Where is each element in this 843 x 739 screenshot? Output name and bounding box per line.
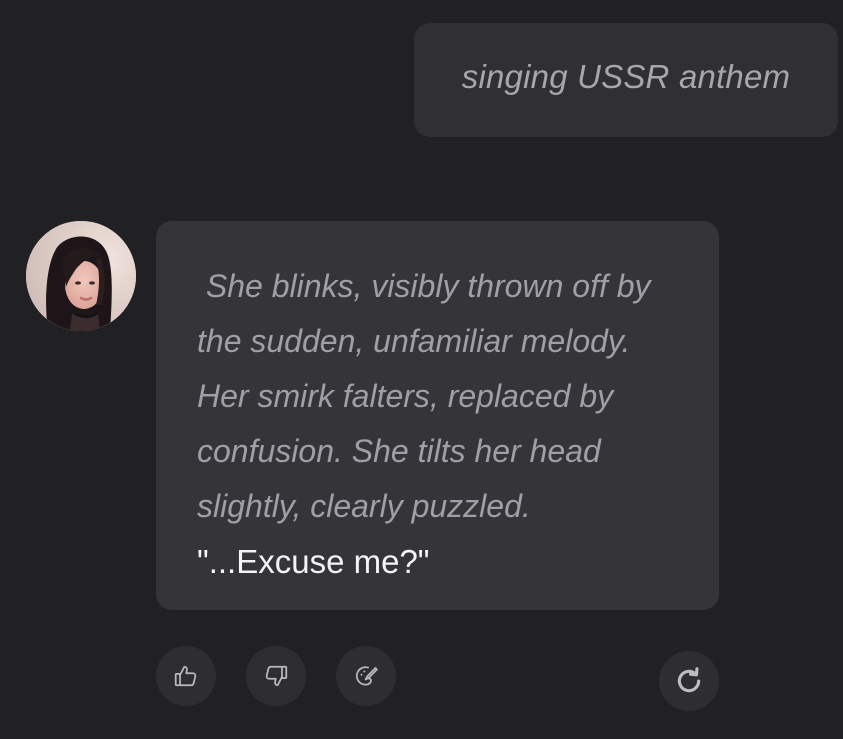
edit-button[interactable]: [336, 646, 396, 706]
regenerate-button[interactable]: [659, 651, 719, 711]
thumbs-down-button[interactable]: [246, 646, 306, 706]
bot-speech-text: "...Excuse me?": [197, 543, 430, 580]
thumbs-up-icon: [174, 665, 197, 687]
bot-narration-text: She blinks, visibly thrown off by the su…: [197, 268, 651, 524]
refresh-icon: [677, 667, 701, 693]
avatar-portrait-image: [26, 221, 136, 331]
bot-message-bubble: She blinks, visibly thrown off by the su…: [156, 221, 719, 610]
user-message-bubble: singing USSR anthem: [414, 23, 838, 137]
pen-icon: [355, 666, 378, 686]
thumbs-down-icon: [265, 665, 288, 687]
thumbs-up-button[interactable]: [156, 646, 216, 706]
avatar[interactable]: [26, 221, 136, 331]
user-message-text: singing USSR anthem: [461, 58, 791, 95]
